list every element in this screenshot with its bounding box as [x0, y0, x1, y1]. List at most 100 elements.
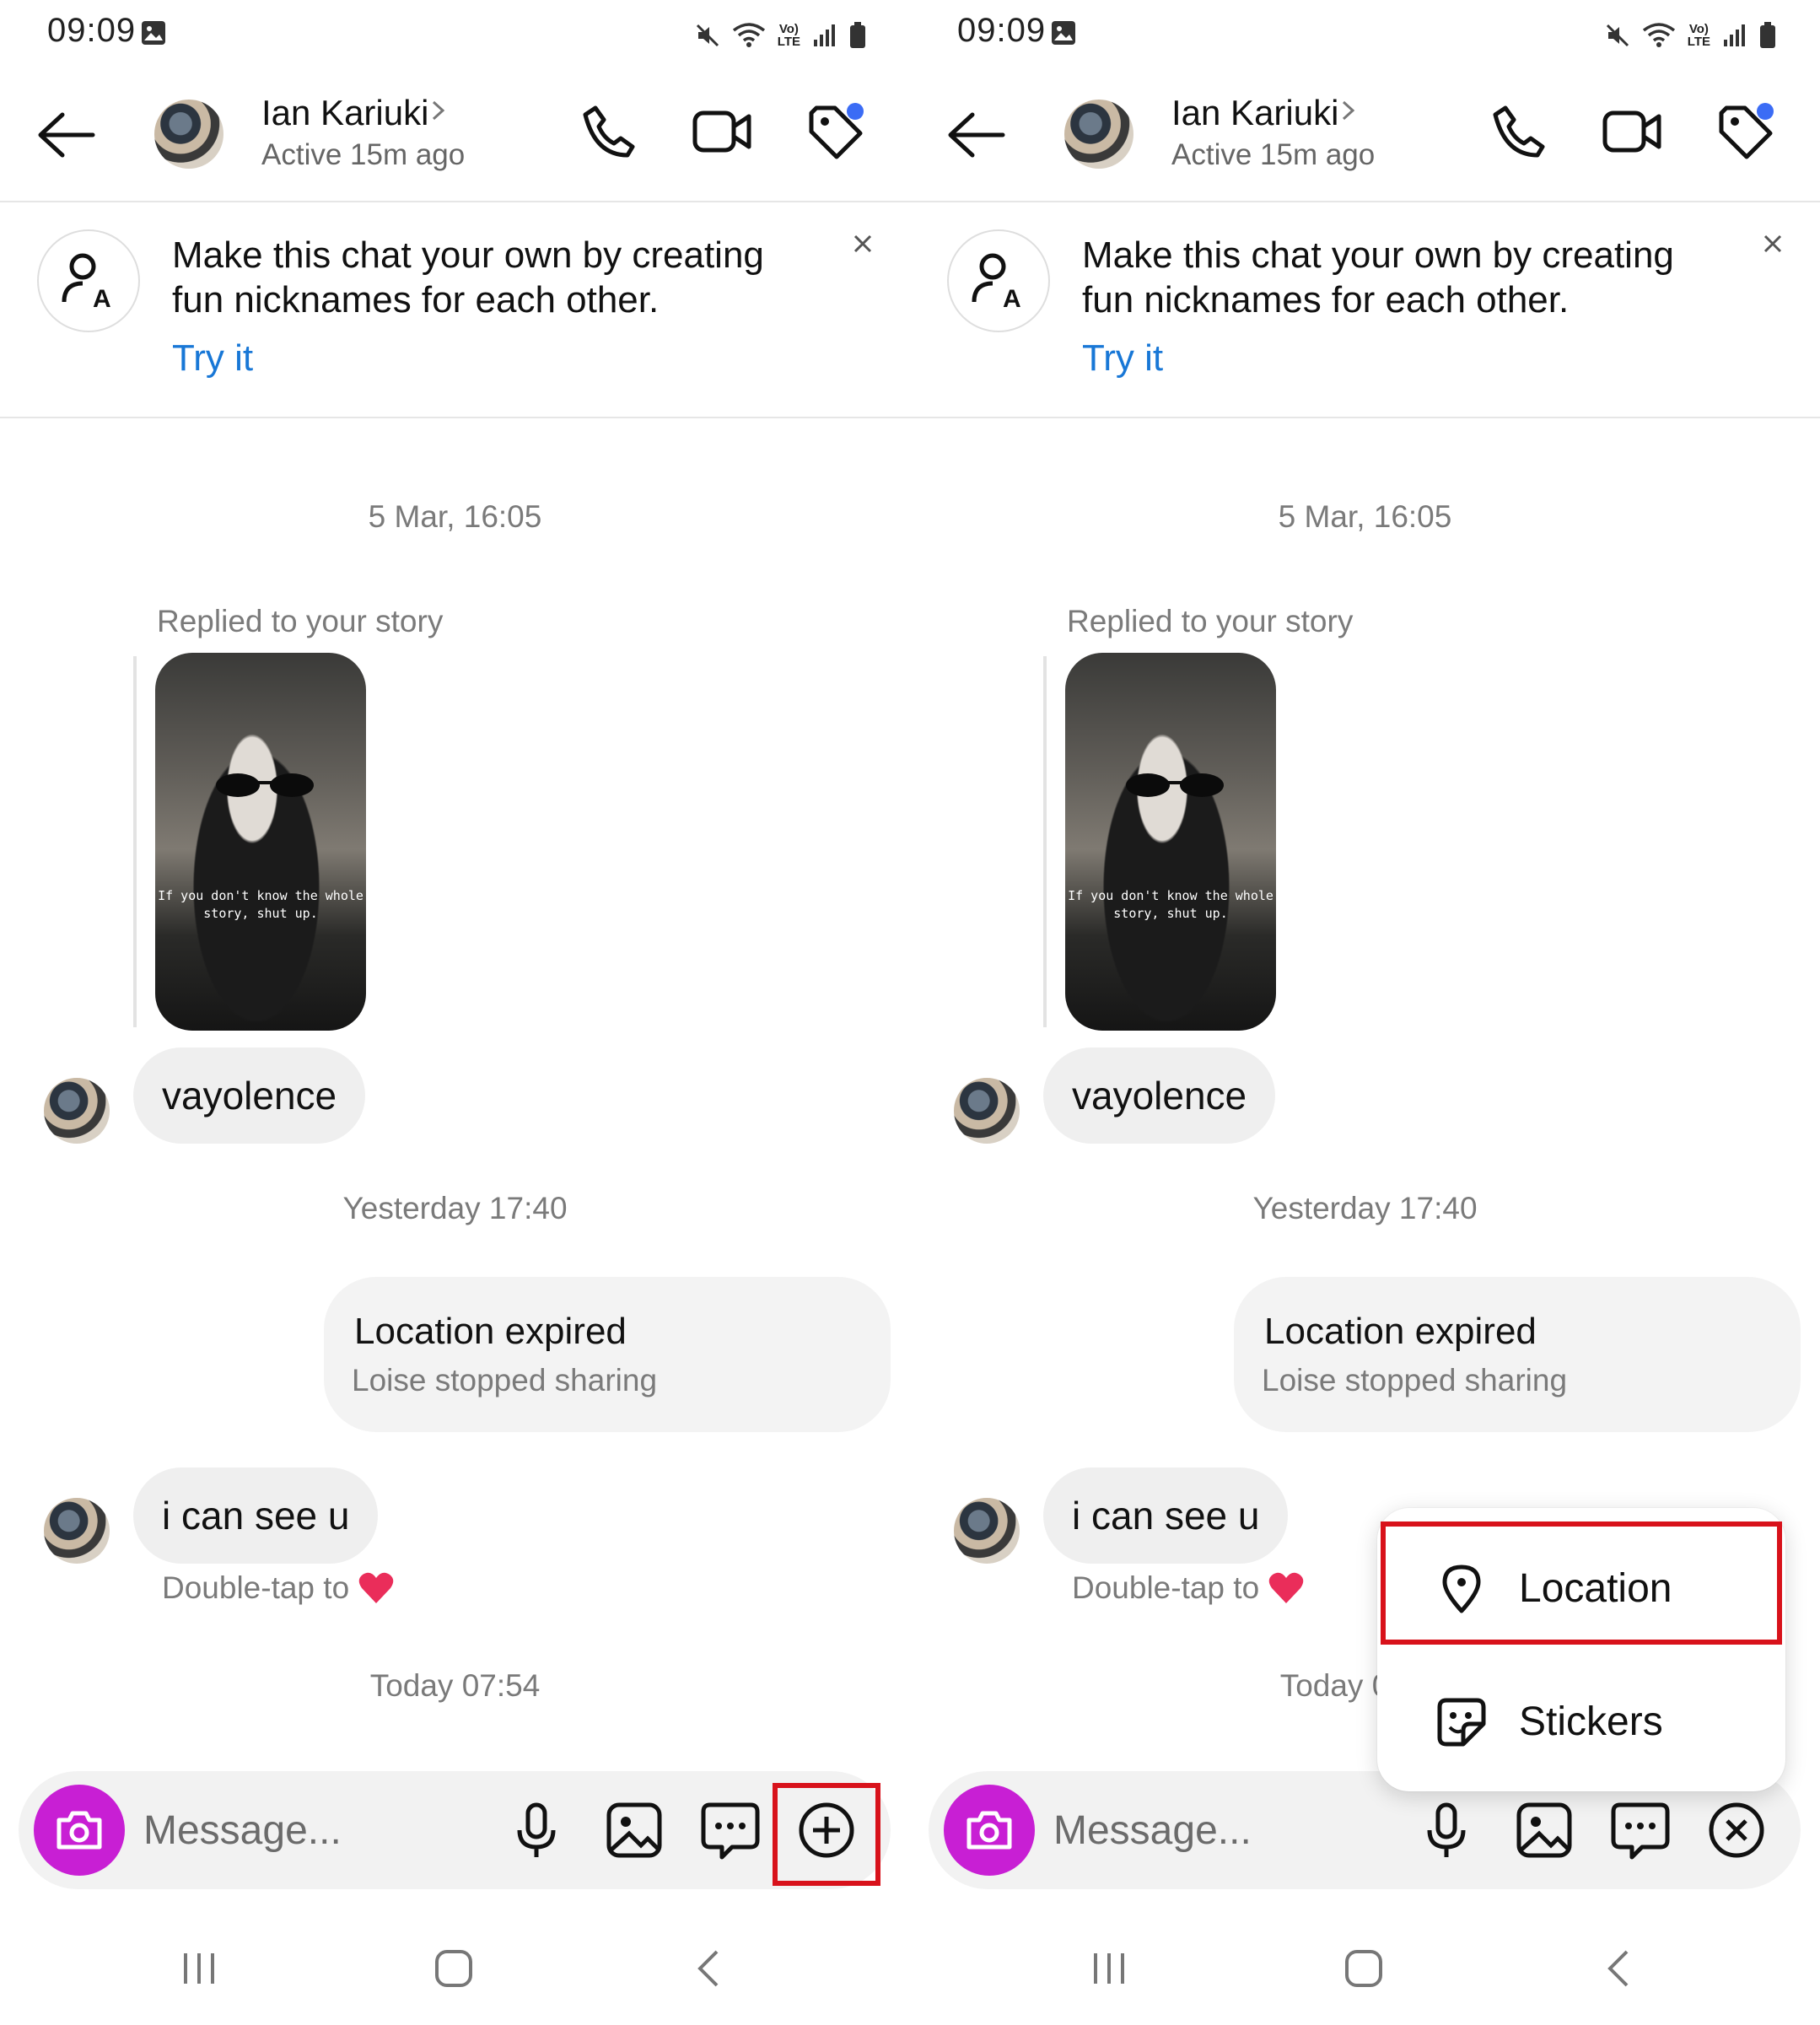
- battery-icon: [850, 22, 865, 48]
- chevron-right-icon[interactable]: [428, 98, 449, 123]
- system-back-icon[interactable]: [1595, 1947, 1645, 1990]
- sender-avatar[interactable]: [954, 1498, 1020, 1564]
- sender-avatar[interactable]: [954, 1078, 1020, 1144]
- try-it-link[interactable]: Try it: [1082, 337, 1163, 380]
- location-card-subtitle: Loise stopped sharing: [1262, 1363, 1568, 1398]
- mute-icon: [1606, 24, 1629, 47]
- system-back-icon[interactable]: [685, 1947, 735, 1990]
- reply-indicator: [1043, 656, 1047, 1027]
- double-tap-hint: Double-tap to: [162, 1570, 395, 1606]
- battery-icon: [1760, 22, 1775, 48]
- gallery-notification-icon: [142, 21, 165, 45]
- camera-button[interactable]: [34, 1785, 125, 1876]
- nickname-banner-text: Make this chat your own by creating fun …: [1082, 234, 1674, 320]
- date-separator: Yesterday 17:40: [1252, 1191, 1478, 1225]
- sticker-icon: [1437, 1698, 1486, 1747]
- wifi-icon: [732, 23, 765, 47]
- story-thumbnail[interactable]: If you don't know the whole story, shut …: [1065, 653, 1276, 1031]
- replied-label: Replied to your story: [1067, 604, 1354, 638]
- gallery-icon[interactable]: [602, 1798, 666, 1862]
- microphone-icon[interactable]: [504, 1798, 568, 1862]
- message-bubble[interactable]: i can see u: [133, 1468, 379, 1564]
- microphone-icon[interactable]: [1414, 1798, 1478, 1862]
- location-expired-card[interactable]: Location expired Loise stopped sharing: [1234, 1277, 1801, 1432]
- system-nav-bar: [910, 1928, 1820, 2009]
- date-separator: Yesterday 17:40: [342, 1191, 568, 1225]
- home-icon[interactable]: [428, 1947, 479, 1990]
- try-it-link[interactable]: Try it: [172, 337, 253, 380]
- sunglasses-icon: [1126, 773, 1224, 797]
- nickname-banner: A Make this chat your own by creating fu…: [0, 202, 910, 418]
- video-call-icon[interactable]: [692, 101, 752, 162]
- message-input[interactable]: [143, 1798, 481, 1862]
- chat-screen-left: 09:09 Vo) LTE Ian Kariuki Active 15m ago …: [0, 0, 910, 2025]
- chevron-right-icon[interactable]: [1338, 98, 1359, 123]
- story-caption: If you don't know the whole story, shut …: [1068, 888, 1273, 921]
- close-icon[interactable]: [1760, 231, 1785, 256]
- person-nickname-icon: A: [62, 253, 111, 313]
- chat-header: Ian Kariuki Active 15m ago: [0, 67, 910, 202]
- contact-status: Active 15m ago: [1171, 138, 1376, 171]
- back-arrow-icon[interactable]: [37, 111, 96, 159]
- menu-item-stickers[interactable]: Stickers: [1377, 1660, 1785, 1786]
- message-bubble[interactable]: vayolence: [133, 1048, 366, 1144]
- volte-icon: Vo) LTE: [777, 22, 800, 49]
- nickname-banner-avatar: A: [37, 229, 140, 332]
- phone-icon[interactable]: [1489, 101, 1549, 162]
- sunglasses-icon: [216, 773, 314, 797]
- sticker-chat-icon[interactable]: [1608, 1798, 1672, 1862]
- location-card-title: Location expired: [1264, 1311, 1537, 1352]
- contact-name[interactable]: Ian Kariuki: [261, 93, 428, 133]
- signal-icon: [814, 24, 835, 46]
- sender-avatar[interactable]: [44, 1078, 110, 1144]
- location-expired-card[interactable]: Location expired Loise stopped sharing: [324, 1277, 891, 1432]
- mute-icon: [696, 24, 719, 47]
- recent-apps-icon[interactable]: [174, 1947, 224, 1990]
- close-icon[interactable]: [850, 231, 875, 256]
- video-call-icon[interactable]: [1602, 101, 1662, 162]
- close-circle-icon[interactable]: [1704, 1798, 1769, 1862]
- date-separator: 5 Mar, 16:05: [1278, 499, 1452, 534]
- camera-icon: [57, 1811, 102, 1850]
- contact-avatar[interactable]: [154, 100, 223, 169]
- message-bubble[interactable]: i can see u: [1043, 1468, 1289, 1564]
- home-icon[interactable]: [1338, 1947, 1389, 1990]
- status-time: 09:09: [957, 12, 1047, 49]
- story-thumbnail[interactable]: If you don't know the whole story, shut …: [155, 653, 366, 1031]
- menu-item-stickers-label: Stickers: [1519, 1699, 1663, 1744]
- sender-avatar[interactable]: [44, 1498, 110, 1564]
- location-card-subtitle: Loise stopped sharing: [352, 1363, 658, 1398]
- camera-button[interactable]: [944, 1785, 1035, 1876]
- message-composer: [19, 1771, 891, 1889]
- nickname-banner-avatar: A: [947, 229, 1050, 332]
- recent-apps-icon[interactable]: [1084, 1947, 1134, 1990]
- heart-icon: [358, 1572, 394, 1603]
- person-nickname-icon: A: [972, 253, 1021, 313]
- double-tap-text: Double-tap to: [1072, 1570, 1260, 1605]
- back-arrow-icon[interactable]: [947, 111, 1006, 159]
- gallery-notification-icon: [1052, 21, 1075, 45]
- signal-icon: [1724, 24, 1745, 46]
- double-tap-text: Double-tap to: [162, 1570, 350, 1605]
- sticker-chat-icon[interactable]: [698, 1798, 762, 1862]
- contact-name[interactable]: Ian Kariuki: [1171, 93, 1338, 133]
- contact-avatar[interactable]: [1064, 100, 1133, 169]
- svg-text:A: A: [93, 285, 111, 313]
- chat-screen-right: 09:09 Vo) LTE Ian Kariuki Active 15m ago …: [910, 0, 1820, 2025]
- contact-status: Active 15m ago: [261, 138, 466, 171]
- reply-indicator: [133, 656, 137, 1027]
- status-bar: 09:09 Vo) LTE: [0, 0, 910, 67]
- status-icons: Vo) LTE: [695, 19, 866, 52]
- message-input[interactable]: [1053, 1798, 1391, 1862]
- gallery-icon[interactable]: [1512, 1798, 1576, 1862]
- svg-text:A: A: [1003, 285, 1021, 313]
- story-caption: If you don't know the whole story, shut …: [158, 888, 363, 921]
- tag-icon[interactable]: [1715, 101, 1775, 162]
- tag-icon[interactable]: [805, 101, 865, 162]
- phone-icon[interactable]: [579, 101, 639, 162]
- date-separator: 5 Mar, 16:05: [368, 499, 542, 534]
- message-bubble[interactable]: vayolence: [1043, 1048, 1276, 1144]
- nickname-banner-text: Make this chat your own by creating fun …: [172, 234, 764, 320]
- volte-icon: Vo) LTE: [1687, 22, 1710, 49]
- status-bar: 09:09 Vo) LTE: [910, 0, 1820, 67]
